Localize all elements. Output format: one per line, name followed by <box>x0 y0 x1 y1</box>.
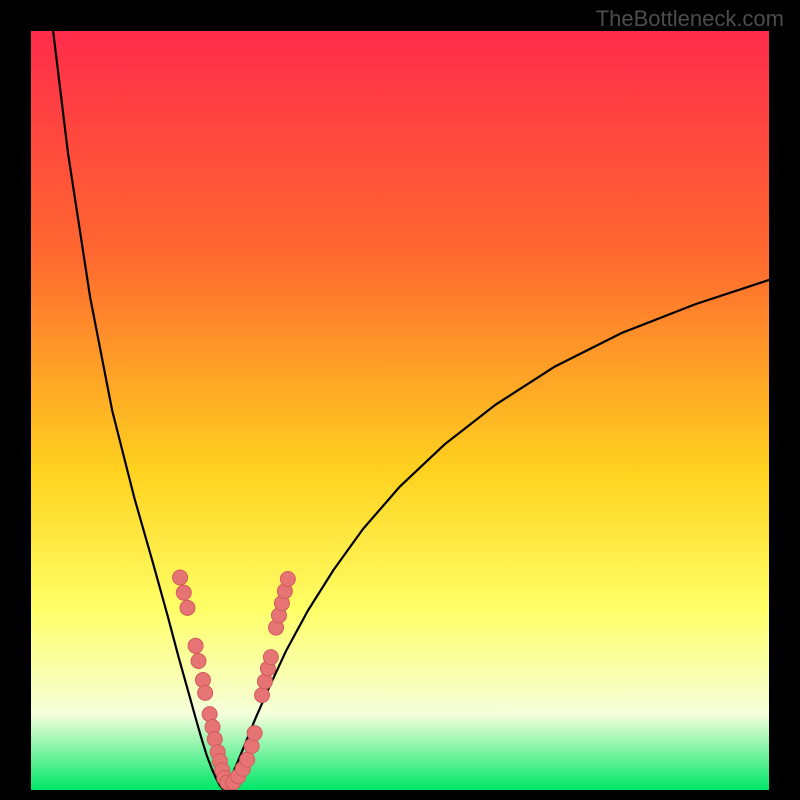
data-marker <box>176 585 191 600</box>
data-marker <box>180 600 195 615</box>
data-marker <box>173 570 188 585</box>
data-marker <box>280 572 295 587</box>
data-marker <box>191 653 206 668</box>
data-marker <box>247 726 262 741</box>
data-marker <box>263 650 278 665</box>
plot-svg <box>31 31 769 790</box>
data-marker <box>188 638 203 653</box>
gradient-bg <box>31 31 769 790</box>
data-marker <box>240 752 255 767</box>
watermark-text: TheBottleneck.com <box>596 6 784 32</box>
data-marker <box>198 685 213 700</box>
plot-area <box>31 31 769 790</box>
data-marker <box>254 688 269 703</box>
chart-frame: TheBottleneck.com <box>0 0 800 800</box>
